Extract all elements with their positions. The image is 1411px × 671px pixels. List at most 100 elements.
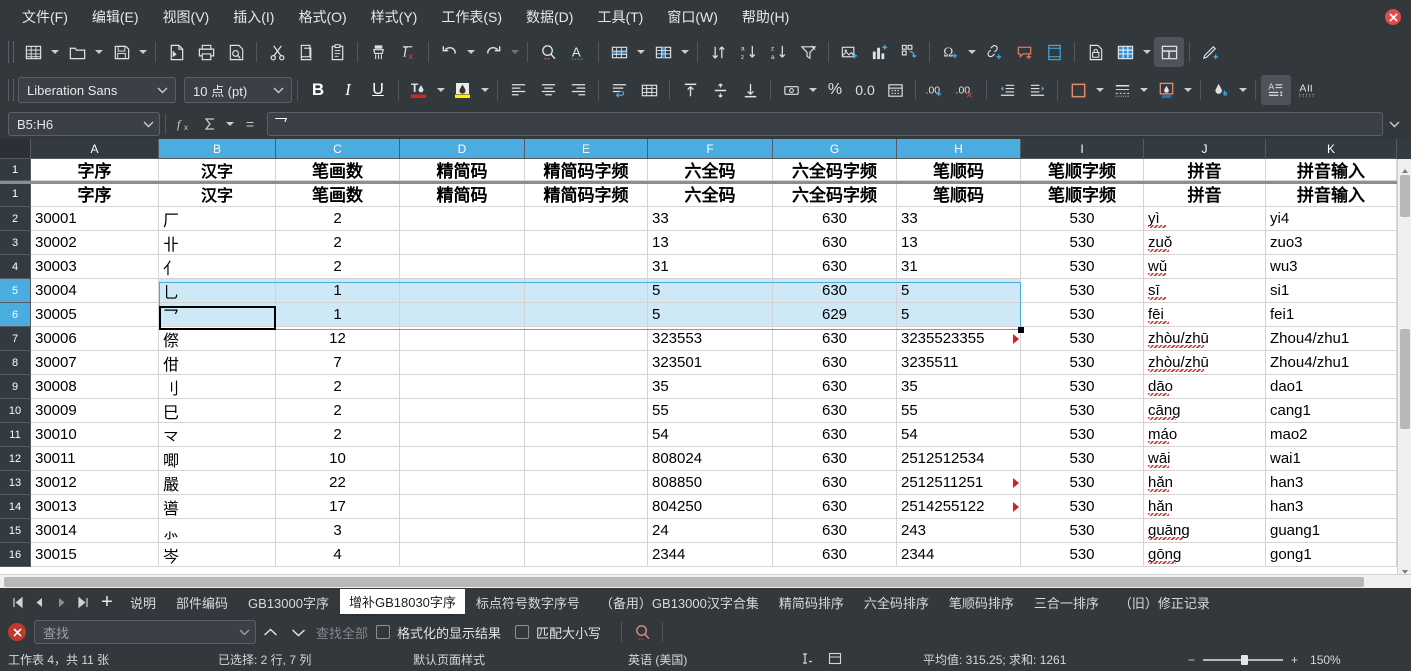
cell-H1[interactable]: 笔顺码	[897, 181, 1021, 207]
cell-K12[interactable]: wai1	[1266, 447, 1397, 471]
special-character-icon[interactable]: Ω	[935, 37, 965, 67]
table-row[interactable]: 1 字序 汉字 笔画数 精简码 精简码字频 六全码 六全码字频 笔顺码 笔顺字频 拼音 拼音输入	[0, 159, 1411, 181]
menu-window[interactable]: 窗口(W)	[657, 4, 728, 30]
menu-styles[interactable]: 样式(Y)	[361, 4, 428, 30]
menu-tools[interactable]: 工具(T)	[587, 4, 653, 30]
cell-J1[interactable]: 拼音	[1144, 159, 1266, 181]
cell-I15[interactable]: 530	[1021, 519, 1144, 543]
cell-I2[interactable]: 530	[1021, 207, 1144, 231]
align-top-icon[interactable]	[675, 75, 705, 105]
sheet-tab-liuquanma[interactable]: 六全码排序	[855, 590, 938, 615]
cell-J15[interactable]: guāng	[1144, 519, 1266, 543]
row-dropdown[interactable]	[634, 37, 648, 67]
first-sheet-icon[interactable]	[6, 591, 28, 613]
undo-dropdown[interactable]	[464, 37, 478, 67]
zoom-level-label[interactable]: 150%	[1310, 653, 1341, 667]
bold-button[interactable]: B	[303, 75, 333, 105]
cell-A4[interactable]: 30003	[31, 255, 159, 279]
cell-H11[interactable]: 54	[897, 423, 1021, 447]
table-row[interactable]: 14 30013 噵 17 804250 630 2514255122 530 hǎn han3	[0, 495, 1411, 519]
cell-H2[interactable]: 33	[897, 207, 1021, 231]
table-row[interactable]: 10 30009 巳 2 55 630 55 530 cāng cang1	[0, 399, 1411, 423]
cell-K7[interactable]: Zhou4/zhu1	[1266, 327, 1397, 351]
styles-sidebar-icon[interactable]: A	[1261, 75, 1291, 105]
find-next-icon[interactable]	[284, 620, 312, 644]
cell-G11[interactable]: 630	[773, 423, 897, 447]
row-header[interactable]: 9	[0, 375, 31, 399]
cell-E6[interactable]	[525, 303, 648, 327]
cell-B5[interactable]: 乚	[159, 279, 276, 303]
cell-A3[interactable]: 30002	[31, 231, 159, 255]
cell-I1[interactable]: 笔顺字频	[1021, 181, 1144, 207]
cell-F3[interactable]: 13	[648, 231, 773, 255]
cell-E1[interactable]: 精简码字频	[525, 159, 648, 181]
cell-J11[interactable]: máo	[1144, 423, 1266, 447]
cell-K14[interactable]: han3	[1266, 495, 1397, 519]
paragraph-style-icon[interactable]: A	[1291, 75, 1321, 105]
cell-D9[interactable]	[400, 375, 525, 399]
cell-B1[interactable]: 汉字	[159, 159, 276, 181]
formula-input[interactable]: 乛	[267, 112, 1383, 136]
sheet-tab-jingjianma[interactable]: 精简码排序	[770, 590, 853, 615]
cell-F13[interactable]: 808850	[648, 471, 773, 495]
menu-file[interactable]: 文件(F)	[12, 4, 78, 30]
cell-G13[interactable]: 630	[773, 471, 897, 495]
sort-descending-icon[interactable]: za	[763, 37, 793, 67]
cell-J1[interactable]: 拼音	[1144, 181, 1266, 207]
cell-E11[interactable]	[525, 423, 648, 447]
row-header[interactable]: 10	[0, 399, 31, 423]
cell-D3[interactable]	[400, 231, 525, 255]
cell-J6[interactable]: fēi	[1144, 303, 1266, 327]
cell-J5[interactable]: sī	[1144, 279, 1266, 303]
sheet-tab-bishunma[interactable]: 笔顺码排序	[940, 590, 1023, 615]
cell-K3[interactable]: zuo3	[1266, 231, 1397, 255]
sheet-tab-bujianbianma[interactable]: 部件编码	[167, 590, 237, 615]
highlight-color-icon[interactable]	[448, 75, 478, 105]
sort-ascending-icon[interactable]: az	[733, 37, 763, 67]
cell-B13[interactable]: 嚴	[159, 471, 276, 495]
cell-G6[interactable]: 629	[773, 303, 897, 327]
sheet-tab-gb13000[interactable]: GB13000字序	[239, 590, 338, 615]
table-row[interactable]: 9 30008 刂 2 35 630 35 530 dāo dao1	[0, 375, 1411, 399]
cell-B9[interactable]: 刂	[159, 375, 276, 399]
zoom-in-button[interactable]: +	[1291, 653, 1298, 667]
cell-D1[interactable]: 精简码	[400, 181, 525, 207]
cell-H10[interactable]: 55	[897, 399, 1021, 423]
cell-C1[interactable]: 笔画数	[276, 181, 400, 207]
cell-J4[interactable]: wǔ	[1144, 255, 1266, 279]
clear-formatting-icon[interactable]: Ix	[393, 37, 423, 67]
zoom-out-button[interactable]: −	[1188, 653, 1195, 667]
formula-equals-button[interactable]: =	[237, 112, 263, 136]
menu-sheet[interactable]: 工作表(S)	[431, 4, 512, 30]
cell-B10[interactable]: 巳	[159, 399, 276, 423]
row-header[interactable]: 15	[0, 519, 31, 543]
cell-H5[interactable]: 5	[897, 279, 1021, 303]
headers-footers-icon[interactable]	[1039, 37, 1069, 67]
align-center-icon[interactable]	[533, 75, 563, 105]
cell-B4[interactable]: 亻	[159, 255, 276, 279]
menu-format[interactable]: 格式(O)	[288, 4, 356, 30]
cell-F8[interactable]: 323501	[648, 351, 773, 375]
cell-H12[interactable]: 2512512534	[897, 447, 1021, 471]
cell-I11[interactable]: 530	[1021, 423, 1144, 447]
search-input[interactable]: 查找	[34, 620, 256, 644]
cell-A8[interactable]: 30007	[31, 351, 159, 375]
cell-H1[interactable]: 笔顺码	[897, 159, 1021, 181]
cell-A6[interactable]: 30005	[31, 303, 159, 327]
table-row[interactable]: 2 30001 厂 2 33 630 33 530 yì yi4	[0, 207, 1411, 231]
pivot-table-icon[interactable]	[894, 37, 924, 67]
special-character-dropdown[interactable]	[965, 37, 979, 67]
cell-K11[interactable]: mao2	[1266, 423, 1397, 447]
hyperlink-icon[interactable]	[979, 37, 1009, 67]
scroll-up-icon[interactable]	[1401, 162, 1409, 173]
insert-image-icon[interactable]	[834, 37, 864, 67]
cell-G7[interactable]: 630	[773, 327, 897, 351]
column-header-F[interactable]: F	[648, 139, 773, 159]
save-icon[interactable]	[106, 37, 136, 67]
align-bottom-icon[interactable]	[735, 75, 765, 105]
cell-D4[interactable]	[400, 255, 525, 279]
chevron-down-icon[interactable]	[271, 78, 285, 102]
cell-J10[interactable]: cāng	[1144, 399, 1266, 423]
zoom-slider[interactable]: − + 150%	[1188, 653, 1341, 667]
zoom-track[interactable]	[1203, 654, 1284, 665]
